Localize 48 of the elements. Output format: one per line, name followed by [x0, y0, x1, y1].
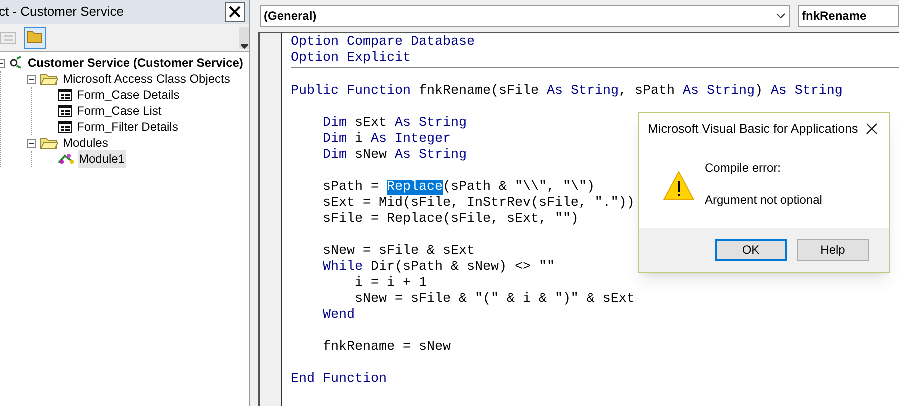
close-button[interactable]	[225, 2, 245, 22]
folder-icon	[40, 72, 58, 86]
code-line: Dim sNew As String	[322, 148, 467, 164]
tree-item[interactable]: Form_Filter Details	[76, 118, 180, 136]
chevron-down-icon	[776, 13, 786, 19]
close-icon	[866, 123, 878, 135]
close-icon	[229, 6, 241, 18]
code-line: fnkRename = sNew	[322, 340, 451, 356]
code-line: End Function	[291, 372, 387, 388]
form-icon	[58, 105, 72, 117]
tree-item[interactable]: Microsoft Access Class Objects	[62, 70, 232, 88]
tree-item[interactable]: Form_Case List	[76, 102, 163, 120]
folder-icon	[27, 31, 43, 44]
code-line: Public Function fnkRename(sFile As String, sPath As String) As String	[291, 84, 843, 100]
object-dropdown[interactable]: (General)	[260, 5, 790, 27]
procedure-dropdown[interactable]: fnkRename	[798, 5, 899, 27]
error-message: Argument not optional	[705, 192, 822, 209]
form-icon	[58, 89, 72, 101]
warning-icon	[663, 171, 695, 201]
tree-item[interactable]: Modules	[62, 134, 110, 152]
code-line: sNew = sFile & sExt	[322, 244, 475, 260]
toggle-folders-button[interactable]	[24, 26, 46, 48]
code-line: sPath = Replace(sPath & "\\", "\")	[322, 180, 595, 196]
expander-icon[interactable]	[27, 74, 36, 84]
tree-item[interactable]: Customer Service (Customer Service)	[27, 54, 244, 72]
dropdown-arrow-icon	[240, 42, 248, 48]
code-line: Option Compare Database	[291, 35, 475, 51]
module-icon	[58, 153, 74, 165]
code-line: i = i + 1	[354, 276, 427, 292]
close-button[interactable]	[865, 122, 879, 136]
folder-icon	[40, 136, 58, 150]
project-icon	[9, 56, 23, 70]
expander-icon[interactable]	[27, 138, 36, 148]
code-line: sExt = Mid(sFile, InStrRev(sFile, "."))	[322, 196, 635, 212]
code-line: Dim i As Integer	[322, 132, 451, 148]
dialog-title: Microsoft Visual Basic for Applications	[648, 120, 858, 138]
code-line: Dim sExt As String	[322, 116, 467, 132]
code-line: sFile = Replace(sFile, sExt, "")	[322, 212, 579, 228]
code-line: sNew = sFile & "(" & i & ")" & sExt	[354, 292, 635, 308]
tree-item[interactable]: Module1	[78, 150, 126, 168]
code-line: While Dir(sPath & sNew) <> ""	[322, 260, 555, 276]
dialog-button[interactable]: Help	[797, 239, 869, 261]
code-line: Wend	[322, 308, 355, 324]
dialog-button[interactable]: OK	[715, 239, 787, 261]
form-icon	[58, 121, 72, 133]
code-line: Option Explicit	[291, 51, 411, 67]
error-heading: Compile error:	[705, 160, 782, 177]
tree-item[interactable]: Form_Case Details	[76, 86, 181, 104]
